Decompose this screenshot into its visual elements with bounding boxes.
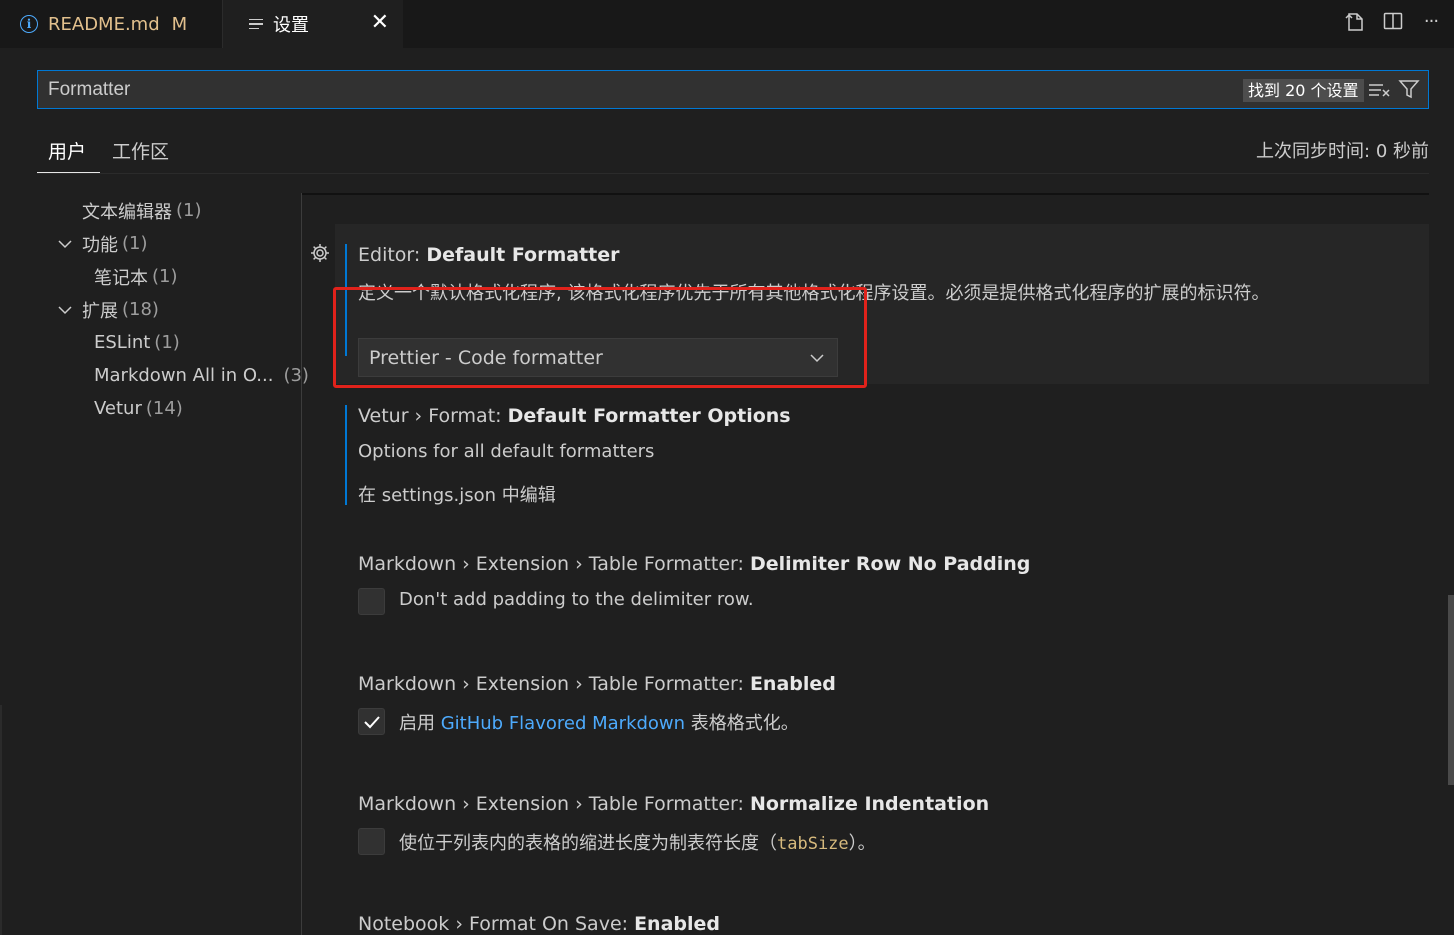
- setting-title: Vetur › Format: Default Formatter Option…: [358, 405, 791, 427]
- open-settings-json-button[interactable]: [1344, 8, 1366, 34]
- toc-item-text-editor[interactable]: 文本编辑器 (1): [82, 194, 202, 227]
- more-icon: ···: [1423, 10, 1439, 32]
- modified-badge: M: [171, 13, 188, 35]
- toc-item-features[interactable]: 功能 (1): [82, 227, 148, 260]
- gear-icon[interactable]: [309, 242, 331, 264]
- split-editor-button[interactable]: [1382, 8, 1404, 34]
- desc-text: 启用: [399, 713, 441, 734]
- sync-status: 上次同步时间: 0 秒前: [1256, 141, 1429, 162]
- toc-item-extensions[interactable]: 扩展 (18): [82, 293, 159, 326]
- toc-count: (14): [145, 398, 183, 419]
- toc-label: 笔记本: [94, 267, 148, 289]
- highlight-annotation: [333, 287, 867, 388]
- toc-count: (3): [283, 365, 309, 386]
- tab-user[interactable]: 用户: [37, 137, 100, 173]
- close-icon[interactable]: ✕: [371, 10, 389, 35]
- toc-item-notebook[interactable]: 笔记本 (1): [94, 260, 178, 293]
- setting-description: 使位于列表内的表格的缩进长度为制表符长度（tabSize）。: [399, 829, 876, 855]
- split-editor-icon: [1383, 12, 1403, 30]
- setting-title: Editor: Default Formatter: [358, 244, 620, 266]
- chevron-down-icon[interactable]: [57, 302, 73, 318]
- setting-name: Delimiter Row No Padding: [749, 553, 1031, 575]
- setting-category: Markdown › Extension › Table Formatter:: [358, 673, 750, 695]
- filter-button[interactable]: [1398, 78, 1420, 102]
- desc-text: 使位于列表内的表格的缩进长度为制表符长度（: [399, 833, 777, 854]
- toc-count: (1): [154, 332, 180, 353]
- edit-in-settings-json-link[interactable]: 在 settings.json 中编辑: [358, 481, 556, 507]
- setting-description: 启用 GitHub Flavored Markdown 表格格式化。: [399, 709, 799, 735]
- gfm-link[interactable]: GitHub Flavored Markdown: [441, 713, 685, 734]
- toc-label: 功能: [82, 234, 118, 256]
- delimiter-row-checkbox[interactable]: [358, 588, 385, 615]
- chevron-down-icon[interactable]: [57, 236, 73, 252]
- toc-count: (18): [122, 299, 159, 320]
- desc-text: ）。: [848, 833, 876, 854]
- editor-tab-bar: i README.md M 设置 ✕ ···: [0, 0, 1454, 48]
- setting-category: Notebook › Format On Save:: [358, 913, 635, 935]
- desc-text: 表格格式化。: [685, 713, 799, 734]
- setting-md-table-formatter-enabled: Markdown › Extension › Table Formatter: …: [345, 673, 1425, 743]
- settings-search-box: 找到 20 个设置: [37, 70, 1429, 109]
- clear-filter-button[interactable]: [1368, 79, 1390, 101]
- info-icon: i: [20, 15, 38, 33]
- toc-divider: [301, 193, 302, 935]
- settings-file-icon: [249, 18, 263, 30]
- toc-label: Vetur: [94, 398, 142, 419]
- tab-readme-label: README.md: [48, 13, 160, 35]
- setting-md-normalize-indentation: Markdown › Extension › Table Formatter: …: [345, 793, 1425, 863]
- tab-workspace[interactable]: 工作区: [112, 137, 169, 173]
- toc-count: (1): [122, 233, 148, 254]
- setting-title: Markdown › Extension › Table Formatter: …: [358, 553, 1030, 575]
- setting-description: Don't add padding to the delimiter row.: [399, 589, 754, 610]
- setting-name: Normalize Indentation: [749, 793, 990, 815]
- setting-title: Markdown › Extension › Table Formatter: …: [358, 793, 989, 815]
- toc-label: 文本编辑器: [82, 201, 172, 223]
- header-divider: [37, 173, 1429, 174]
- toc-item-markdown-all-in-one[interactable]: Markdown All in O... (3): [94, 359, 309, 392]
- table-formatter-enabled-checkbox[interactable]: [358, 708, 385, 735]
- setting-name: Enabled: [749, 673, 836, 695]
- settings-toc: 文本编辑器 (1) 功能 (1) 笔记本 (1) 扩展 (18) ESLint (1) M…: [37, 192, 309, 935]
- setting-category: Markdown › Extension › Table Formatter:: [358, 553, 750, 575]
- search-result-count: 找到 20 个设置: [1243, 79, 1364, 102]
- more-actions-button[interactable]: ···: [1420, 8, 1442, 34]
- setting-category: Markdown › Extension › Table Formatter:: [358, 793, 750, 815]
- tab-settings[interactable]: 设置 ✕: [223, 0, 403, 48]
- setting-name: Default Formatter: [426, 244, 620, 266]
- toc-count: (1): [176, 200, 202, 221]
- setting-description: Options for all default formatters: [358, 441, 655, 462]
- setting-name: Enabled: [634, 913, 721, 935]
- scroll-shadow: [302, 193, 1429, 195]
- filter-icon: [1398, 80, 1420, 99]
- normalize-indentation-checkbox[interactable]: [358, 828, 385, 855]
- open-settings-json-icon: [1345, 13, 1363, 31]
- vertical-scrollbar[interactable]: [1448, 595, 1454, 785]
- setting-category: Editor:: [358, 244, 427, 266]
- clear-filter-icon: [1369, 84, 1390, 97]
- modified-indicator: [345, 405, 347, 505]
- toc-label: 扩展: [82, 300, 118, 322]
- toc-label: ESLint: [94, 332, 151, 353]
- setting-title: Notebook › Format On Save: Enabled: [358, 913, 720, 935]
- setting-notebook-format-on-save: Notebook › Format On Save: Enabled: [345, 913, 1425, 935]
- check-icon: [364, 716, 380, 729]
- toc-item-eslint[interactable]: ESLint (1): [94, 326, 180, 359]
- tab-settings-label: 设置: [273, 15, 309, 36]
- setting-md-delimiter-row-no-padding: Markdown › Extension › Table Formatter: …: [345, 553, 1425, 623]
- toc-count: (1): [152, 266, 178, 287]
- search-input[interactable]: [38, 71, 1218, 108]
- code-snippet: tabSize: [777, 834, 849, 854]
- setting-category: Vetur › Format:: [358, 405, 508, 427]
- toc-item-vetur[interactable]: Vetur (14): [94, 392, 183, 425]
- setting-title: Markdown › Extension › Table Formatter: …: [358, 673, 836, 695]
- panel-edge: [0, 705, 2, 935]
- setting-name: Default Formatter Options: [507, 405, 791, 427]
- setting-vetur-default-formatter-options: Vetur › Format: Default Formatter Option…: [345, 405, 1425, 510]
- tab-readme[interactable]: i README.md M: [0, 0, 223, 48]
- toc-label: Markdown All in O...: [94, 365, 274, 386]
